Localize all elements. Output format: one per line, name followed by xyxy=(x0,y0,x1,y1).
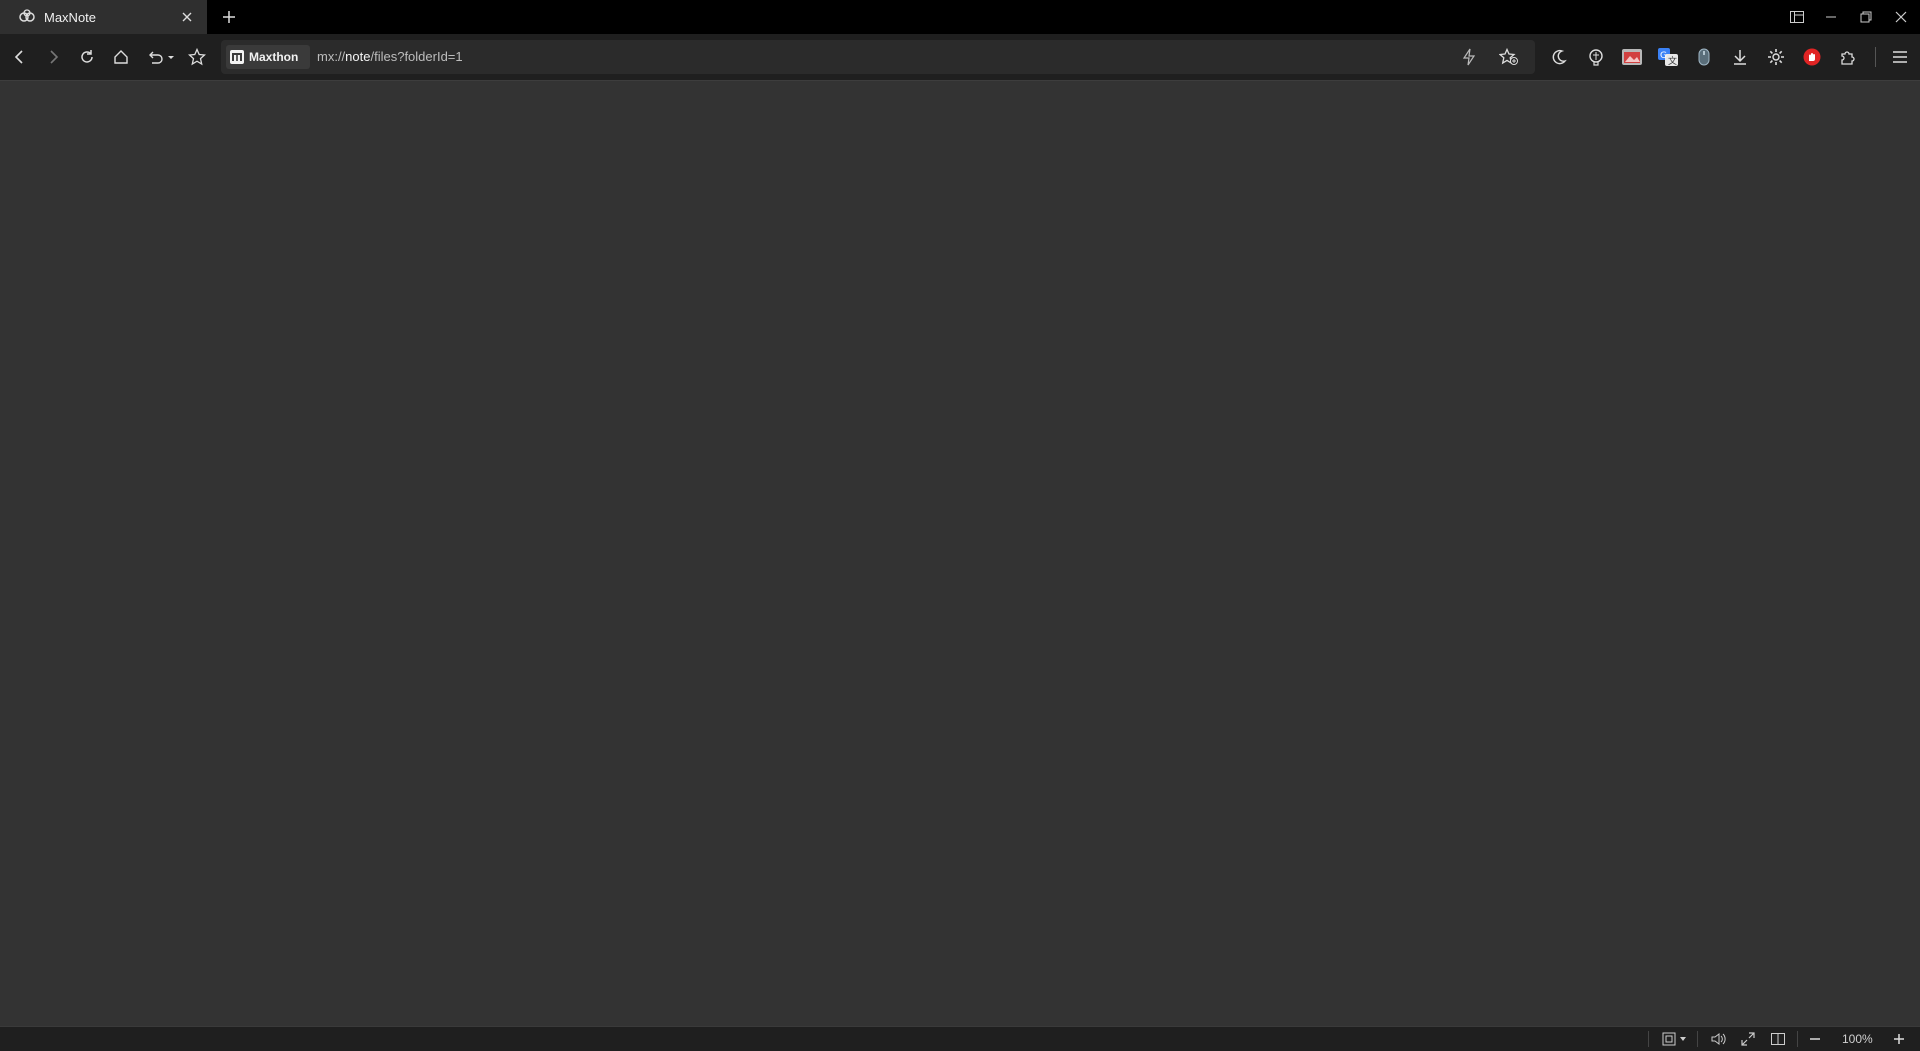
sidebar-toggle-icon[interactable] xyxy=(1784,4,1810,30)
address-bar[interactable]: Maxthon mx://note/files?folderId=1 xyxy=(221,40,1535,74)
screenshot-extension-icon[interactable] xyxy=(1620,45,1644,69)
status-bar: 100% xyxy=(0,1026,1920,1051)
speaker-icon[interactable] xyxy=(1708,1030,1728,1048)
maxthon-logo-icon xyxy=(230,50,244,64)
zoom-out-icon[interactable] xyxy=(1805,1030,1825,1048)
puzzle-icon[interactable] xyxy=(1836,45,1860,69)
gear-icon[interactable] xyxy=(1764,45,1788,69)
new-tab-button[interactable] xyxy=(218,6,240,28)
window-close-icon[interactable] xyxy=(1888,4,1914,30)
page-content xyxy=(0,81,1920,1026)
download-icon[interactable] xyxy=(1728,45,1752,69)
tab-maxnote[interactable]: MaxNote xyxy=(0,0,207,34)
web-capture-icon[interactable] xyxy=(1660,1030,1690,1048)
svg-text:G: G xyxy=(1660,51,1667,61)
svg-text:文: 文 xyxy=(1668,55,1677,66)
mouse-gesture-icon[interactable] xyxy=(1692,45,1716,69)
reload-icon[interactable] xyxy=(75,45,99,69)
zoom-level[interactable]: 100% xyxy=(1842,1032,1873,1046)
translate-icon[interactable]: G文 xyxy=(1656,45,1680,69)
toolbar-divider xyxy=(1875,47,1876,67)
tab-strip: MaxNote xyxy=(0,0,1920,34)
brain-icon[interactable] xyxy=(1584,45,1608,69)
brand-label: Maxthon xyxy=(249,50,299,64)
url-path: /files?folderId=1 xyxy=(370,49,463,64)
url-prefix: mx:// xyxy=(317,49,346,64)
moon-icon[interactable] xyxy=(1547,45,1571,69)
maxthon-brand-badge[interactable]: Maxthon xyxy=(226,45,310,69)
status-divider xyxy=(1797,1031,1798,1047)
url-host: note xyxy=(345,49,371,64)
back-arrow-icon[interactable] xyxy=(8,45,32,69)
lightning-icon[interactable] xyxy=(1457,45,1481,69)
restore-icon[interactable] xyxy=(1853,4,1879,30)
status-divider xyxy=(1648,1031,1649,1047)
home-icon[interactable] xyxy=(109,45,133,69)
adblock-icon[interactable] xyxy=(1800,45,1824,69)
star-add-icon[interactable] xyxy=(1497,45,1521,69)
close-icon[interactable] xyxy=(177,7,197,27)
url-text[interactable]: mx://note/files?folderId=1 xyxy=(317,49,463,64)
undo-icon[interactable] xyxy=(143,45,177,69)
tab-title: MaxNote xyxy=(44,9,97,25)
maxnote-icon xyxy=(18,8,36,26)
status-divider xyxy=(1697,1031,1698,1047)
hamburger-icon[interactable] xyxy=(1888,45,1912,69)
star-icon[interactable] xyxy=(185,45,209,69)
forward-arrow-icon[interactable] xyxy=(41,45,65,69)
zoom-in-icon[interactable] xyxy=(1889,1030,1909,1048)
navigation-toolbar: Maxthon mx://note/files?folderId=1 G文 xyxy=(0,34,1920,81)
minimize-icon[interactable] xyxy=(1818,4,1844,30)
split-view-icon[interactable] xyxy=(1768,1030,1788,1048)
fullscreen-icon[interactable] xyxy=(1738,1030,1758,1048)
